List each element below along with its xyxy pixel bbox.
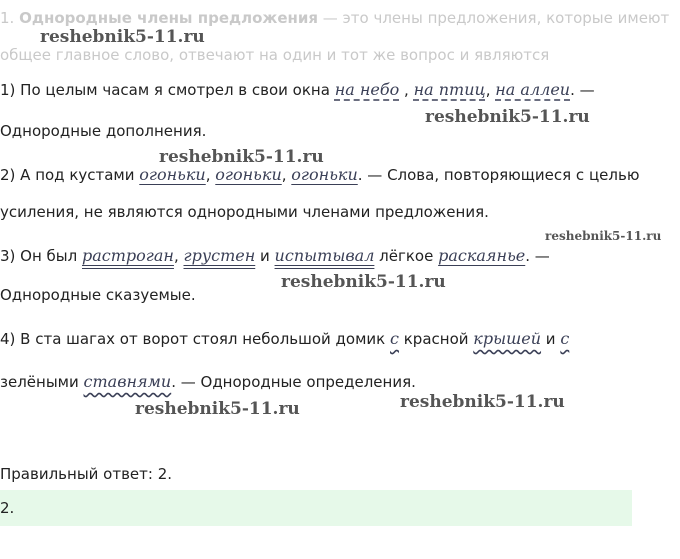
sentence-4-text: 4) В ста шагах от ворот стоял небольшой … (0, 330, 390, 348)
correct-answer-label: Правильный ответ: 2. (0, 465, 173, 483)
sentence-1-text: 1) По целым часам я смотрел в свои окна (0, 81, 335, 99)
sentence-2-tail: . — Слова, повторяющиеся с целью (357, 166, 640, 184)
predicate-word: испытывал (274, 246, 375, 265)
watermark: reshebnik5-11.ru (545, 229, 662, 243)
watermark: reshebnik5-11.ru (400, 392, 565, 412)
sentence-4-tail: . — Однородные определения. (171, 373, 416, 391)
answer-highlight-box: 2. (0, 490, 632, 526)
sentence-3-tail: . — (525, 247, 550, 265)
intro-line-1: 1. Однородные члены предложения — это чл… (0, 8, 669, 28)
comma: , (485, 81, 496, 99)
attribute-word: с (560, 329, 570, 348)
comma: , (173, 247, 184, 265)
attribute-word: ставнями (83, 372, 172, 391)
sentence-4-line-1: 4) В ста шагах от ворот стоял небольшой … (0, 329, 569, 349)
watermark: reshebnik5-11.ru (281, 272, 446, 292)
sentence-2-line-2: усиления, не являются однородными членам… (0, 203, 489, 221)
attribute-word: крышей (473, 329, 542, 348)
comma: , (399, 81, 414, 99)
comma: , (281, 166, 292, 184)
sentence-4-line-2: зелёными ставнями. — Однородные определе… (0, 372, 416, 392)
answer-value: 2. (0, 499, 15, 517)
conjunction: и (255, 247, 275, 265)
intro-definition: — это члены предложения, которые имеют (318, 9, 670, 27)
predicate-word: растроган (82, 246, 174, 265)
object-word: раскаянье (438, 246, 526, 265)
object-word: на небо (334, 80, 400, 99)
intro-line-2: общее главное слово, отвечают на один и … (0, 46, 550, 64)
sentence-2-line-1: 2) А под кустами огоньки, огоньки, огонь… (0, 165, 639, 185)
conjunction: и (541, 330, 561, 348)
subject-word: огоньки (215, 165, 282, 184)
sentence-4-line-2-start: зелёными (0, 373, 84, 391)
sentence-3-line-2: Однородные сказуемые. (0, 286, 196, 304)
object-word: на птиц (413, 80, 486, 99)
watermark: reshebnik5-11.ru (135, 399, 300, 419)
sentence-1-line-1: 1) По целым часам я смотрел в свои окна … (0, 80, 595, 100)
sentence-1-line-2: Однородные дополнения. (0, 122, 207, 140)
intro-number: 1. (0, 9, 15, 27)
sentence-3-middle: лёгкое (374, 247, 439, 265)
sentence-4-middle: красной (398, 330, 474, 348)
subject-word: огоньки (139, 165, 206, 184)
object-word: на аллеи (495, 80, 571, 99)
sentence-2-text: 2) А под кустами (0, 166, 140, 184)
watermark: reshebnik5-11.ru (159, 147, 324, 167)
sentence-3-line-1: 3) Он был растроган, грустен и испытывал… (0, 246, 550, 266)
sentence-3-text: 3) Он был (0, 247, 82, 265)
comma: , (205, 166, 216, 184)
watermark: reshebnik5-11.ru (40, 27, 205, 47)
intro-term: Однородные члены предложения (19, 9, 319, 27)
watermark: reshebnik5-11.ru (425, 107, 590, 127)
subject-word: огоньки (291, 165, 358, 184)
attribute-word: с (390, 329, 399, 348)
sentence-1-tail: . — (570, 81, 595, 99)
predicate-word: грустен (183, 246, 256, 265)
